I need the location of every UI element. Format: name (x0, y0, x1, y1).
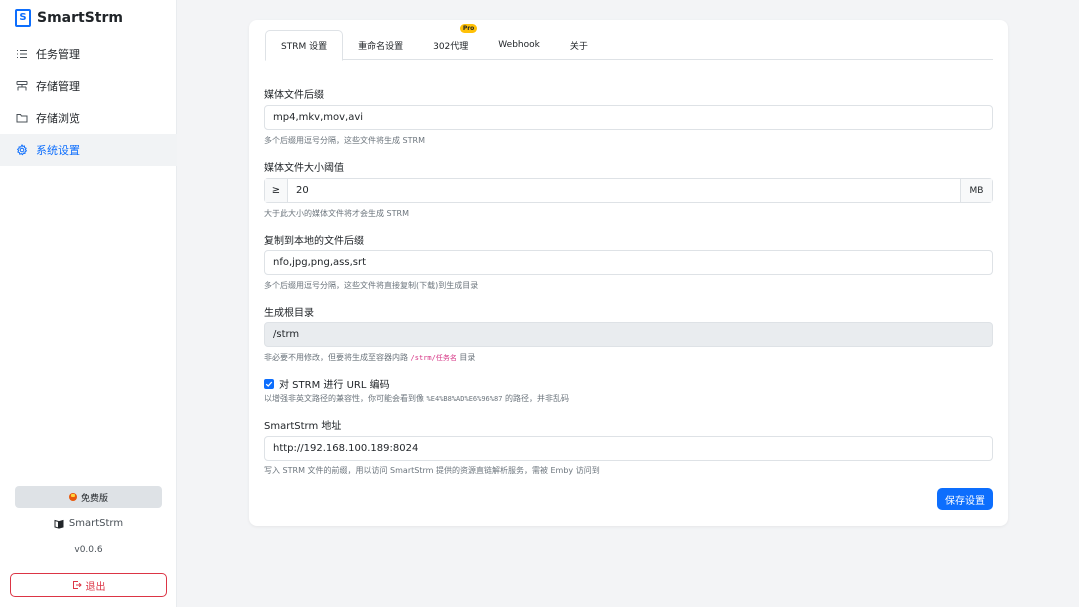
edition-icon (68, 493, 77, 501)
folder-icon (16, 112, 28, 124)
root-dir-help-tail: 目录 (456, 353, 476, 362)
tab-rename-settings[interactable]: 重命名设置 (343, 30, 418, 60)
logout-button[interactable]: 退出 (10, 573, 167, 597)
url-encode-help: 以增强非英文路径的兼容性，你可能会看到像 %E4%B8%AD%E6%96%87 … (264, 393, 569, 404)
list-icon (16, 48, 28, 60)
size-threshold-group: ≥ 20 MB (264, 178, 993, 203)
book-icon (54, 519, 64, 529)
copy-ext-help: 多个后缀用逗号分隔，这些文件将直接复制(下载)到生成目录 (264, 281, 479, 290)
copy-ext-input[interactable]: nfo,jpg,png,ass,srt (264, 250, 993, 275)
logout-icon (72, 581, 82, 589)
url-encode-help-tail: 的路径，并非乱码 (502, 394, 569, 403)
root-dir-help-code: /strm/任务名 (410, 354, 457, 362)
brand-logo-icon: S (15, 9, 31, 27)
sidebar-nav: 任务管理 存储管理 存储浏览 系统设置 (0, 38, 177, 166)
url-encode-checkbox[interactable] (264, 378, 274, 389)
sidebar-item-tasks[interactable]: 任务管理 (0, 38, 177, 70)
root-dir-input[interactable]: /strm (264, 322, 993, 347)
brand[interactable]: S SmartStrm (15, 9, 123, 27)
root-dir-help: 非必要不用修改，但要将生成至容器内路 /strm/任务名 目录 (264, 352, 475, 363)
url-encode-row[interactable]: 对 STRM 进行 URL 编码 (264, 376, 390, 391)
size-threshold-input[interactable]: 20 (288, 179, 960, 202)
brand-name: SmartStrm (37, 10, 123, 26)
media-ext-label: 媒体文件后缀 (264, 90, 324, 101)
edition-badge[interactable]: 免费版 (15, 486, 162, 508)
sidebar-item-storage[interactable]: 存储管理 (0, 70, 177, 102)
settings-card: STRM 设置 重命名设置 302代理 Pro Webhook 关于 媒体文件后… (249, 20, 1008, 526)
sidebar-item-settings[interactable]: 系统设置 (0, 134, 177, 166)
tab-webhook[interactable]: Webhook (483, 30, 555, 60)
logout-label: 退出 (85, 581, 106, 593)
tab-302-proxy[interactable]: 302代理 Pro (418, 24, 483, 60)
save-button[interactable]: 保存设置 (937, 488, 993, 510)
address-input[interactable]: http://192.168.100.189:8024 (264, 436, 993, 461)
repo-link[interactable]: SmartStrm (0, 518, 177, 529)
sidebar-item-label: 存储浏览 (36, 112, 80, 125)
url-encode-label: 对 STRM 进行 URL 编码 (279, 380, 390, 391)
size-threshold-label: 媒体文件大小阈值 (264, 163, 344, 174)
tab-label: 302代理 (433, 41, 469, 52)
media-ext-input[interactable]: mp4,mkv,mov,avi (264, 105, 993, 130)
media-ext-help: 多个后缀用逗号分隔，这些文件将生成 STRM (264, 136, 425, 145)
tab-about[interactable]: 关于 (555, 30, 603, 60)
check-icon (265, 381, 273, 387)
tab-strm-settings[interactable]: STRM 设置 (265, 30, 344, 61)
address-label: SmartStrm 地址 (264, 421, 342, 432)
version-text: v0.0.6 (74, 545, 103, 555)
address-help: 写入 STRM 文件的前缀，用以访问 SmartStrm 提供的资源直链解析服务… (264, 466, 600, 475)
root-dir-help-text: 非必要不用修改，但要将生成至容器内路 (264, 353, 408, 362)
sidebar: S SmartStrm 任务管理 存储管理 存储浏览 系统设置 免费版 Smar… (0, 0, 177, 607)
size-unit: MB (960, 179, 992, 202)
edition-label: 免费版 (80, 493, 108, 504)
root-dir-label: 生成根目录 (264, 308, 314, 319)
sidebar-item-label: 存储管理 (36, 80, 80, 93)
sidebar-item-label: 系统设置 (36, 144, 80, 157)
settings-tabs: STRM 设置 重命名设置 302代理 Pro Webhook 关于 (265, 24, 993, 61)
repo-label: SmartStrm (68, 518, 124, 529)
copy-ext-label: 复制到本地的文件后缀 (264, 236, 364, 247)
pro-badge: Pro (459, 24, 478, 33)
size-prefix: ≥ (265, 179, 288, 202)
size-threshold-help: 大于此大小的媒体文件将才会生成 STRM (264, 209, 409, 218)
storage-icon (16, 80, 28, 92)
url-encode-help-code: %E4%B8%AD%E6%96%87 (426, 395, 503, 403)
url-encode-help-text: 以增强非英文路径的兼容性，你可能会看到像 (264, 394, 427, 403)
sidebar-item-browse[interactable]: 存储浏览 (0, 102, 177, 134)
sidebar-item-label: 任务管理 (36, 48, 80, 61)
gear-icon (16, 144, 28, 156)
